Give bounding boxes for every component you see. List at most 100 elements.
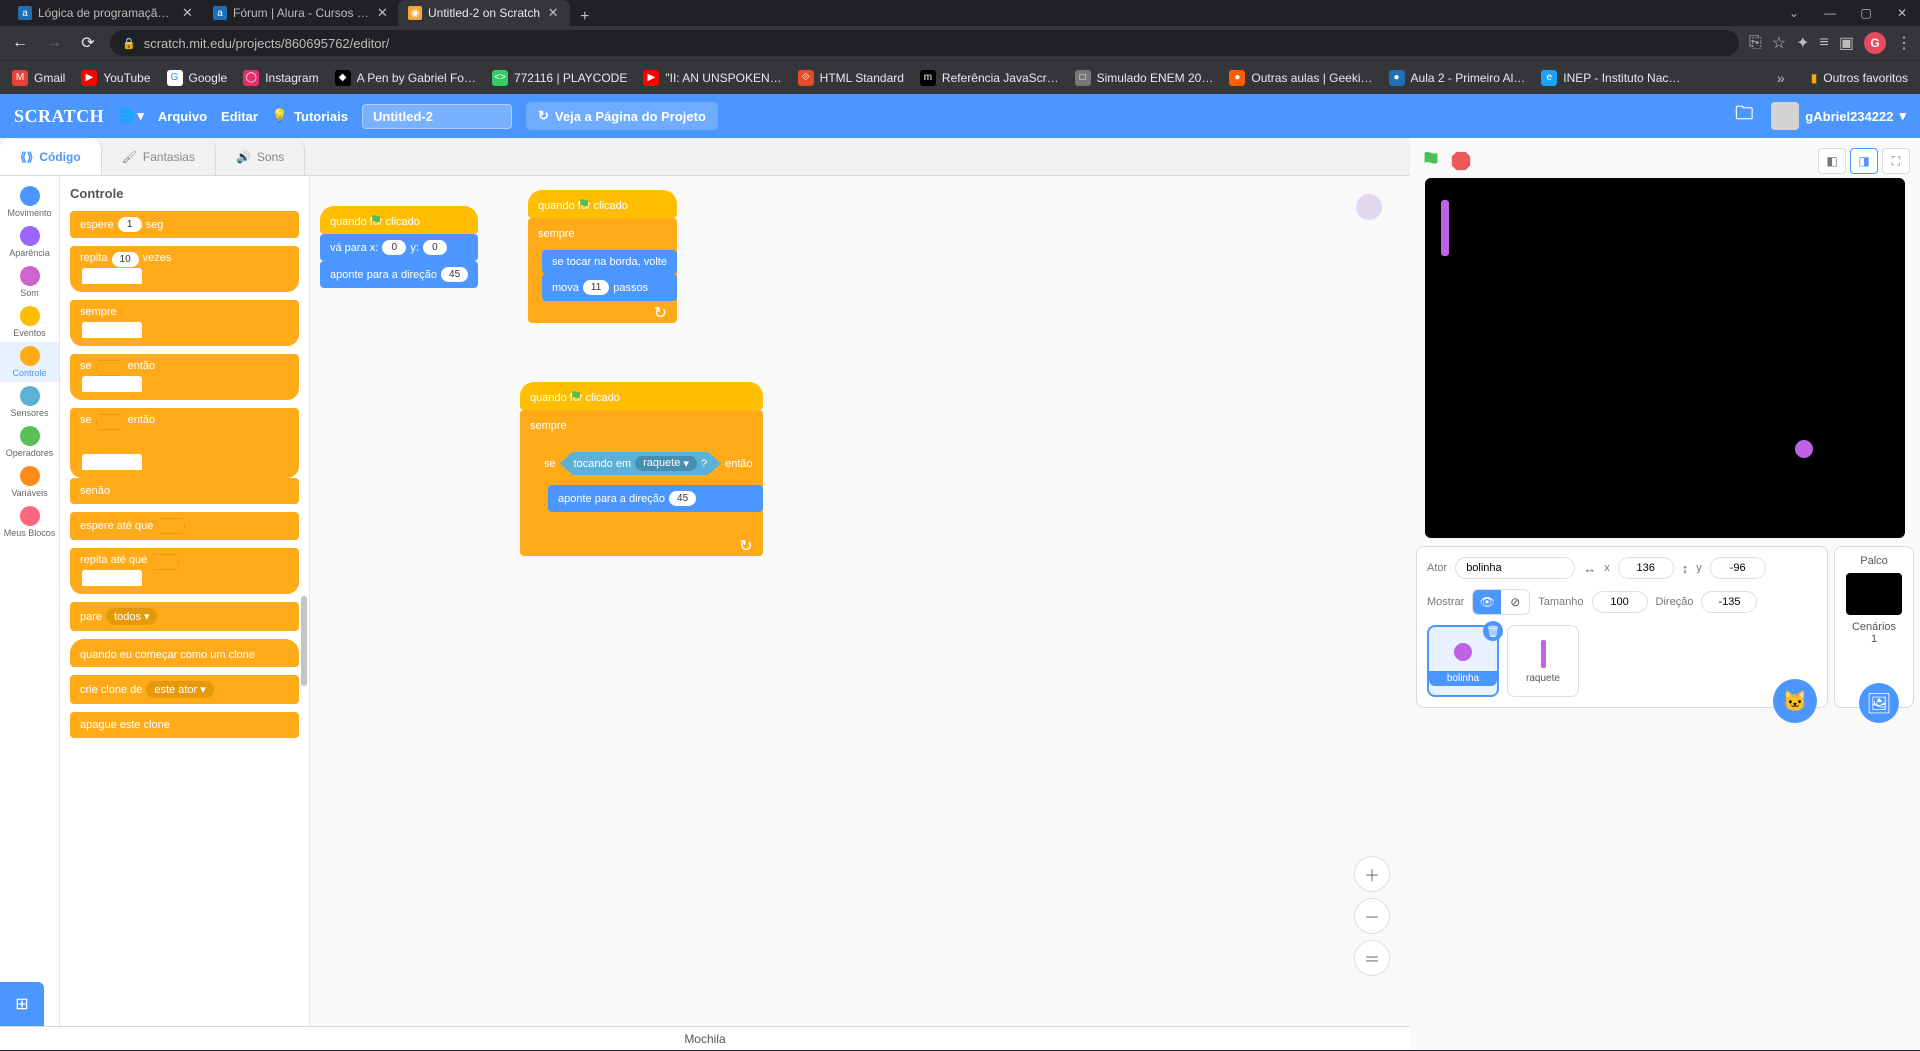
user-menu[interactable]: gAbriel234222 ▾: [1771, 102, 1906, 130]
delete-sprite-button[interactable]: 🗑: [1483, 621, 1503, 641]
reload-button[interactable]: ⟳: [76, 31, 100, 55]
browser-tab-1[interactable]: a Lógica de programação: comece ✕: [8, 0, 203, 26]
bookmark-item[interactable]: mReferência JavaScr…: [920, 70, 1059, 86]
stop-button[interactable]: [1450, 150, 1472, 172]
tab-sounds[interactable]: 🔊 Sons: [216, 139, 305, 175]
block-stop[interactable]: pare todos▾: [70, 602, 299, 631]
edit-menu[interactable]: Editar: [221, 109, 258, 124]
file-menu[interactable]: Arquivo: [158, 109, 207, 124]
block-repeat[interactable]: repita 10 vezes: [70, 246, 299, 292]
url-input[interactable]: 🔒 scratch.mit.edu/projects/860695762/edi…: [110, 30, 1739, 56]
block-if-else[interactable]: se então: [70, 408, 299, 478]
maximize-button[interactable]: ▢: [1848, 0, 1884, 26]
bookmarks-overflow[interactable]: »: [1777, 70, 1785, 86]
pill-input[interactable]: 45: [669, 491, 696, 506]
dropdown-slot[interactable]: este ator▾: [146, 681, 213, 698]
block-when-flag-clicked[interactable]: quando for clicado: [320, 206, 478, 234]
pill-input[interactable]: 0: [423, 240, 447, 255]
install-icon[interactable]: ⎘: [1749, 34, 1762, 52]
block-clone-start[interactable]: quando eu começar como um clone: [70, 639, 299, 667]
zoom-reset-button[interactable]: ＝: [1354, 940, 1390, 976]
tab-costumes[interactable]: 🖌 Fantasias: [102, 139, 216, 175]
block-move-steps[interactable]: mova 11 passos: [542, 274, 677, 301]
pill-input[interactable]: 11: [583, 280, 609, 295]
block-bounce-edge[interactable]: se tocar na borda, volte: [542, 250, 677, 274]
palette-scrollbar[interactable]: [301, 596, 307, 686]
cat-events[interactable]: Eventos: [0, 302, 59, 342]
minimize-button[interactable]: —: [1812, 0, 1848, 26]
hex-slot[interactable]: [151, 554, 179, 570]
kebab-menu-icon[interactable]: ⋮: [1896, 33, 1912, 53]
pill-input[interactable]: 10: [112, 252, 139, 267]
dropdown-slot[interactable]: raquete ▾: [635, 456, 697, 471]
block-if[interactable]: se então: [70, 354, 299, 400]
stage-selector[interactable]: Palco Cenários 1 🖼: [1834, 546, 1914, 708]
y-input[interactable]: [1710, 557, 1766, 579]
bookmark-item[interactable]: MGmail: [12, 70, 65, 86]
dropdown-slot[interactable]: todos▾: [106, 608, 157, 625]
bookmark-item[interactable]: ◯Instagram: [243, 70, 318, 86]
bookmark-item[interactable]: ▶YouTube: [81, 70, 150, 86]
block-else-label[interactable]: senão: [70, 478, 299, 504]
pill-input[interactable]: 45: [441, 267, 468, 282]
close-tab-icon[interactable]: ✕: [546, 6, 560, 20]
add-sprite-button[interactable]: 🐱: [1773, 679, 1817, 723]
bookmark-item[interactable]: ▶"II: AN UNSPOKEN…: [643, 70, 781, 86]
block-point-direction[interactable]: aponte para a direção 45: [320, 261, 478, 288]
script-2[interactable]: quando for clicado sempre se tocar na bo…: [528, 190, 677, 323]
large-stage-button[interactable]: ◨: [1850, 148, 1878, 174]
block-create-clone[interactable]: crie clone de este ator▾: [70, 675, 299, 704]
close-window-button[interactable]: ✕: [1884, 0, 1920, 26]
small-stage-button[interactable]: ◧: [1818, 148, 1846, 174]
block-touching[interactable]: tocando em raquete ▾ ?: [560, 452, 721, 475]
sprite-item-bolinha[interactable]: 🗑 bolinha: [1427, 625, 1499, 697]
block-when-flag-clicked[interactable]: quando for clicado: [528, 190, 677, 218]
hex-slot[interactable]: [96, 360, 124, 376]
sprite-item-raquete[interactable]: raquete: [1507, 625, 1579, 697]
bookmark-star-icon[interactable]: ☆: [1772, 33, 1786, 53]
bookmark-item[interactable]: ●Aula 2 - Primeiro Al…: [1389, 70, 1526, 86]
bookmark-item[interactable]: ◆A Pen by Gabriel Fo…: [335, 70, 476, 86]
fullscreen-button[interactable]: ⛶: [1882, 148, 1910, 174]
block-if-then[interactable]: se tocando em raquete ▾ ?: [534, 442, 763, 534]
bookmark-item[interactable]: <>772116 | PLAYCODE: [492, 70, 627, 86]
sidepanel-icon[interactable]: ▣: [1839, 33, 1854, 53]
my-stuff-icon[interactable]: 🗀: [1735, 101, 1753, 131]
profile-avatar[interactable]: G: [1864, 32, 1886, 54]
tutorials-button[interactable]: 💡 Tutoriais: [272, 108, 348, 124]
backpack-bar[interactable]: Mochila: [0, 1026, 1410, 1050]
bookmark-item[interactable]: GGoogle: [167, 70, 228, 86]
view-project-page-button[interactable]: ↻ Veja a Página do Projeto: [526, 102, 718, 130]
block-repeat-until[interactable]: repita até que: [70, 548, 299, 594]
bookmark-item[interactable]: eINEP - Instituto Nac…: [1541, 70, 1680, 86]
size-input[interactable]: [1592, 591, 1648, 613]
cat-sensing[interactable]: Sensores: [0, 382, 59, 422]
tab-code[interactable]: ⟪⟫ Código: [0, 139, 102, 175]
new-tab-button[interactable]: +: [570, 8, 599, 26]
pill-input[interactable]: 0: [382, 240, 406, 255]
block-forever[interactable]: sempre: [70, 300, 299, 346]
zoom-out-button[interactable]: －: [1354, 898, 1390, 934]
reading-list-icon[interactable]: ≡: [1820, 34, 1829, 52]
cat-motion[interactable]: Movimento: [0, 182, 59, 222]
browser-tab-3[interactable]: ◉ Untitled-2 on Scratch ✕: [398, 0, 570, 26]
sprite-name-input[interactable]: [1455, 557, 1575, 579]
hide-button[interactable]: ⊘: [1501, 590, 1529, 614]
add-extension-button[interactable]: ⊞: [0, 982, 44, 1026]
cat-control[interactable]: Controle: [0, 342, 59, 382]
pill-input[interactable]: 1: [118, 217, 142, 232]
hex-slot[interactable]: [157, 518, 185, 534]
bookmark-item[interactable]: ⟐HTML Standard: [798, 70, 904, 86]
block-when-flag-clicked[interactable]: quando for clicado: [520, 382, 763, 410]
block-wait-until[interactable]: espere até que: [70, 512, 299, 540]
show-button[interactable]: 👁: [1473, 590, 1501, 614]
direction-input[interactable]: [1701, 591, 1757, 613]
project-title-input[interactable]: Untitled-2: [362, 104, 512, 129]
close-tab-icon[interactable]: ✕: [377, 6, 388, 20]
dropdown-icon[interactable]: ⌄: [1776, 0, 1812, 26]
x-input[interactable]: [1618, 557, 1674, 579]
cat-myblocks[interactable]: Meus Blocos: [0, 502, 59, 542]
cat-variables[interactable]: Variáveis: [0, 462, 59, 502]
cat-operators[interactable]: Operadores: [0, 422, 59, 462]
add-backdrop-button[interactable]: 🖼: [1859, 683, 1899, 723]
